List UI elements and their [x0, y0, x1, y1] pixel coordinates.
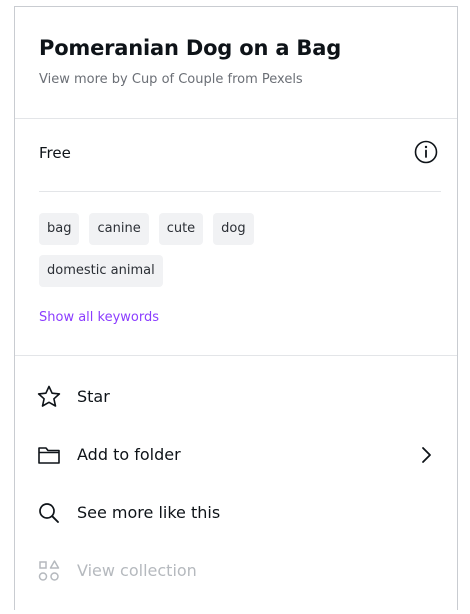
- panel-header: Pomeranian Dog on a Bag View more by Cup…: [15, 7, 457, 119]
- keyword-chips: bag canine cute dog domestic animal: [39, 213, 339, 297]
- actions-menu: Star Add to folder See more like this Vi…: [15, 356, 457, 600]
- info-icon[interactable]: [413, 139, 439, 165]
- star-label: Star: [77, 387, 110, 406]
- license-row: Free: [39, 119, 441, 192]
- license-label: Free: [39, 144, 71, 162]
- keyword-chip[interactable]: domestic animal: [39, 255, 163, 287]
- search-icon: [39, 503, 59, 523]
- keyword-chip[interactable]: bag: [39, 213, 80, 245]
- keyword-chip[interactable]: dog: [213, 213, 254, 245]
- see-more-like-this-button[interactable]: See more like this: [15, 484, 457, 542]
- star-icon: [37, 385, 61, 407]
- image-title: Pomeranian Dog on a Bag: [39, 36, 342, 60]
- keyword-chip[interactable]: cute: [158, 213, 204, 245]
- star-button[interactable]: Star: [15, 368, 457, 426]
- chevron-right-icon: [422, 447, 431, 463]
- keyword-chip[interactable]: canine: [89, 213, 149, 245]
- see-more-like-this-label: See more like this: [77, 503, 221, 522]
- view-collection-label: View collection: [77, 561, 197, 580]
- show-all-keywords-link[interactable]: Show all keywords: [39, 309, 159, 327]
- folder-icon: [38, 447, 60, 464]
- keywords-section: bag canine cute dog domestic animal Show…: [15, 192, 457, 356]
- author-link[interactable]: View more by Cup of Couple from Pexels: [39, 71, 457, 89]
- add-to-folder-label: Add to folder: [77, 445, 181, 464]
- image-details-panel: Pomeranian Dog on a Bag View more by Cup…: [14, 6, 458, 610]
- collection-icon: [38, 560, 60, 581]
- add-to-folder-button[interactable]: Add to folder: [15, 426, 457, 484]
- view-collection-button[interactable]: View collection: [15, 542, 457, 600]
